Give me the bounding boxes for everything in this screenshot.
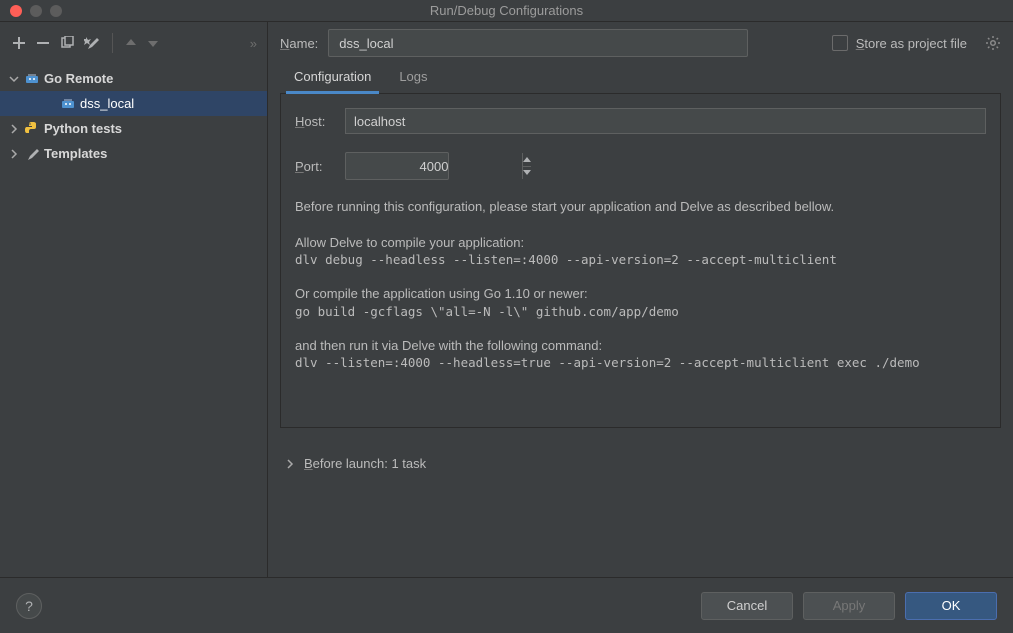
tab-configuration[interactable]: Configuration: [292, 69, 373, 93]
chevron-right-icon: [8, 148, 20, 160]
name-row: Name: Store as project file: [280, 22, 1001, 64]
move-up-button[interactable]: [125, 37, 137, 49]
tree-node-python-tests[interactable]: Python tests: [0, 116, 267, 141]
copy-config-button[interactable]: [60, 36, 74, 50]
port-input[interactable]: [346, 159, 522, 174]
tree-label: dss_local: [80, 96, 134, 111]
host-input[interactable]: [345, 108, 986, 134]
name-input[interactable]: [328, 29, 748, 57]
chevron-right-icon: [284, 458, 296, 470]
port-step-down[interactable]: [523, 167, 531, 180]
maximize-window-button[interactable]: [50, 5, 62, 17]
config-toolbar: »: [0, 22, 267, 64]
tabs: Configuration Logs: [280, 64, 1001, 94]
tree-label: Go Remote: [44, 71, 113, 86]
go-remote-icon: [60, 96, 76, 112]
titlebar: Run/Debug Configurations: [0, 0, 1013, 22]
port-input-box: [345, 152, 449, 180]
add-config-button[interactable]: [12, 36, 26, 50]
instructions-intro: Before running this configuration, pleas…: [295, 198, 986, 216]
code-dlv-debug: dlv debug --headless --listen=:4000 --ap…: [295, 252, 986, 267]
help-button[interactable]: ?: [16, 593, 42, 619]
host-row: Host:: [295, 108, 986, 134]
wrench-icon: [24, 146, 40, 162]
footer: ? Cancel Apply OK: [0, 577, 1013, 633]
go-remote-icon: [24, 71, 40, 87]
instructions-allow-delve: Allow Delve to compile your application:: [295, 234, 986, 252]
tree-label: Python tests: [44, 121, 122, 136]
store-as-project-file-checkbox[interactable]: Store as project file: [832, 35, 967, 51]
tree-node-dss-local[interactable]: dss_local: [0, 91, 267, 116]
before-launch-label: Before launch: 1 task: [304, 456, 426, 471]
name-label: Name:: [280, 36, 318, 51]
config-body: Host: Port: Before running this configur…: [280, 94, 1001, 428]
port-spinner: [522, 153, 531, 179]
move-down-button[interactable]: [147, 37, 159, 49]
ok-button[interactable]: OK: [905, 592, 997, 620]
more-button[interactable]: »: [250, 36, 255, 51]
tree-node-go-remote[interactable]: Go Remote: [0, 66, 267, 91]
gear-icon[interactable]: [985, 35, 1001, 51]
tab-logs[interactable]: Logs: [397, 69, 429, 93]
code-dlv-exec: dlv --listen=:4000 --headless=true --api…: [295, 355, 986, 370]
tree-label: Templates: [44, 146, 107, 161]
apply-button[interactable]: Apply: [803, 592, 895, 620]
cancel-button[interactable]: Cancel: [701, 592, 793, 620]
instructions-compile: Or compile the application using Go 1.10…: [295, 285, 986, 303]
port-step-up[interactable]: [523, 153, 531, 167]
before-launch-section[interactable]: Before launch: 1 task: [280, 456, 1001, 471]
right-panel: Name: Store as project file Configuratio…: [268, 22, 1013, 577]
port-label: Port:: [295, 159, 331, 174]
instructions-run-delve: and then run it via Delve with the follo…: [295, 337, 986, 355]
port-row: Port:: [295, 152, 986, 180]
config-tree: Go Remote dss_local Python tests: [0, 64, 267, 577]
code-go-build: go build -gcflags \"all=-N -l\" github.c…: [295, 304, 986, 319]
edit-templates-button[interactable]: [84, 35, 100, 51]
checkbox-icon: [832, 35, 848, 51]
python-icon: [24, 121, 40, 137]
window-title: Run/Debug Configurations: [0, 3, 1013, 18]
chevron-down-icon: [8, 73, 20, 85]
window-controls: [0, 5, 62, 17]
host-label: Host:: [295, 114, 331, 129]
remove-config-button[interactable]: [36, 36, 50, 50]
left-panel: » Go Remote dss_local: [0, 22, 268, 577]
close-window-button[interactable]: [10, 5, 22, 17]
minimize-window-button[interactable]: [30, 5, 42, 17]
store-label: Store as project file: [856, 36, 967, 51]
chevron-right-icon: [8, 123, 20, 135]
tree-node-templates[interactable]: Templates: [0, 141, 267, 166]
